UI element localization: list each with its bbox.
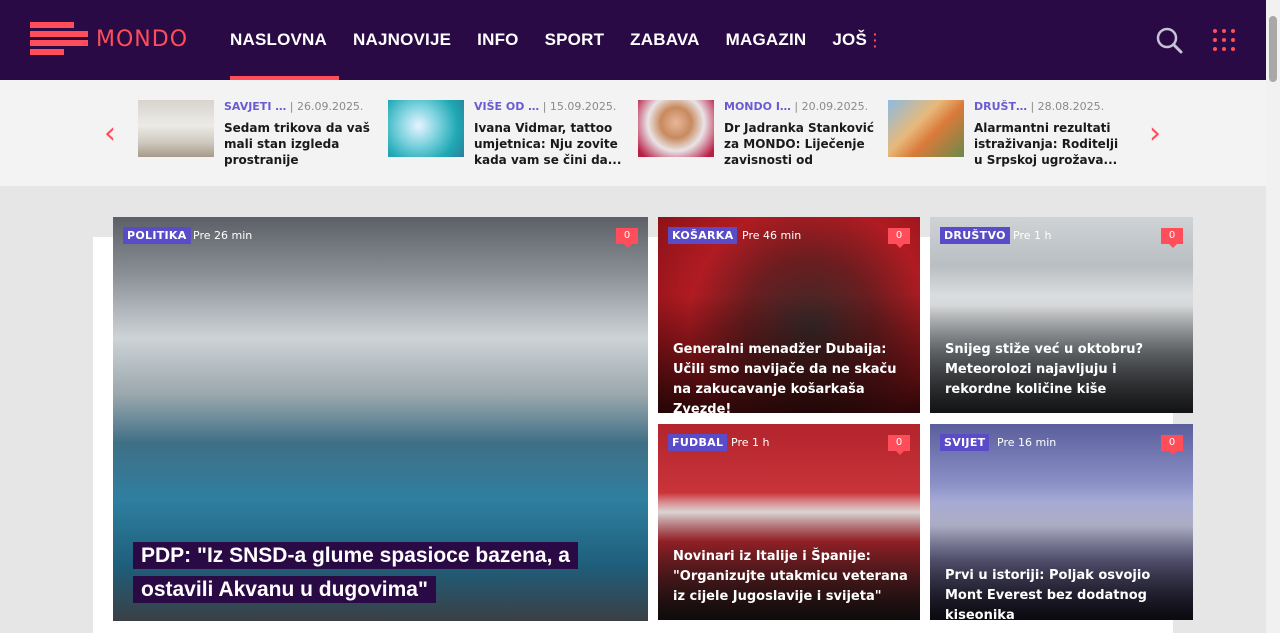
nav-label: NASLOVNA [230,30,327,49]
ticker-title[interactable]: Dr Jadranka Stanković za MONDO: Liječenj… [724,120,874,168]
page-scrollbar[interactable] [1266,0,1280,633]
article-time: Pre 1 h [1013,229,1052,242]
more-dots-icon: · · · [873,26,878,54]
ticker-item[interactable]: VIŠE OD … | 15.09.2025. Ivana Vidmar, ta… [388,100,628,170]
article-title[interactable]: Novinari iz Italije i Španije: "Organizu… [673,547,908,607]
category-badge[interactable]: KOŠARKA [668,227,738,244]
nav-item-najnovije[interactable]: NAJNOVIJE [341,0,463,80]
nav-item-magazin[interactable]: MAGAZIN [714,0,819,80]
article-time: Pre 16 min [997,436,1057,449]
nav-label: ZABAVA [630,30,700,49]
ticker-category[interactable]: VIŠE OD … [474,100,539,113]
ticker-next-button[interactable]: › [1145,119,1165,149]
ticker-date: | 28.08.2025. [1030,100,1105,113]
logo-mark-icon [30,22,88,56]
category-badge[interactable]: SVIJET [940,434,990,451]
ticker-meta: VIŠE OD … | 15.09.2025. [474,100,630,114]
ticker-category[interactable]: SAVJETI … [224,100,286,113]
ticker-item[interactable]: DRUŠT… | 28.08.2025. Alarmantni rezultat… [888,100,1128,170]
article-card[interactable]: SVIJET Pre 16 min 0 Prvi u istoriji: Pol… [930,424,1193,620]
nav-label: JOŠ [832,30,868,49]
logo-text: MONDO [96,26,189,52]
article-card[interactable]: FUDBAL Pre 1 h 0 Novinari iz Italije i Š… [658,424,920,620]
ticker-thumbnail [388,100,464,157]
ticker-prev-button[interactable]: ‹ [100,119,120,149]
ticker-category[interactable]: DRUŠT… [974,100,1027,113]
nav-label: NAJNOVIJE [353,30,452,49]
nav-item-naslovna[interactable]: NASLOVNA [218,0,339,80]
ticker-date: | 20.09.2025. [794,100,869,113]
category-badge[interactable]: POLITIKA [123,227,191,244]
article-title[interactable]: Prvi u istoriji: Poljak osvojio Mont Eve… [945,566,1181,620]
nav-label: SPORT [544,30,605,49]
ticker-item[interactable]: MONDO I… | 20.09.2025. Dr Jadranka Stank… [638,100,878,170]
article-time: Pre 1 h [731,436,770,449]
ticker-meta: MONDO I… | 20.09.2025. [724,100,880,114]
category-badge[interactable]: FUDBAL [668,434,728,451]
ticker-meta: SAVJETI … | 26.09.2025. [224,100,380,114]
ticker-category[interactable]: MONDO I… [724,100,791,113]
scrollbar-thumb[interactable] [1269,16,1277,82]
mondo-logo[interactable]: MONDO [30,22,188,56]
featured-title-text: PDP: "Iz SNSD-a glume spasioce bazena, a… [133,542,578,603]
featured-article[interactable]: POLITIKA Pre 26 min 0 PDP: "Iz SNSD-a gl… [113,217,648,621]
comment-count-badge[interactable]: 0 [888,435,910,455]
ticker-thumbnail [888,100,964,157]
nav-label: INFO [477,30,519,49]
nav-item-sport[interactable]: SPORT [533,0,617,80]
ticker-date: | 15.09.2025. [542,100,617,113]
main-nav: NASLOVNA NAJNOVIJE INFO SPORT ZABAVA MAG… [218,0,892,80]
comment-count-badge[interactable]: 0 [616,228,638,248]
ticker-date: | 26.09.2025. [289,100,364,113]
category-badge[interactable]: DRUŠTVO [940,227,1010,244]
nav-item-zabava[interactable]: ZABAVA [618,0,712,80]
featured-title[interactable]: PDP: "Iz SNSD-a glume spasioce bazena, a… [133,539,593,607]
article-title[interactable]: Snijeg stiže već u oktobru? Meteorolozi … [945,340,1181,400]
site-header: MONDO NASLOVNA NAJNOVIJE INFO SPORT ZABA… [0,0,1266,80]
apps-grid-icon[interactable] [1212,28,1236,52]
ticker-title[interactable]: Alarmantni rezultati istraživanja: Rodit… [974,120,1124,168]
search-icon[interactable] [1155,26,1183,54]
article-card[interactable]: KOŠARKA Pre 46 min 0 Generalni menadžer … [658,217,920,413]
ticker-thumbnail [638,100,714,157]
comment-count-badge[interactable]: 0 [888,228,910,248]
ticker-thumbnail [138,100,214,157]
news-ticker: ‹ SAVJETI … | 26.09.2025. Sedam trikova … [0,80,1266,186]
ticker-item[interactable]: SAVJETI … | 26.09.2025. Sedam trikova da… [138,100,378,170]
ticker-title[interactable]: Ivana Vidmar, tattoo umjetnica: Nju zovi… [474,120,624,168]
article-title[interactable]: Generalni menadžer Dubaija: Učili smo na… [673,340,908,413]
article-time: Pre 26 min [193,229,253,242]
nav-item-jos[interactable]: JOŠ · · · [820,0,890,80]
nav-item-info[interactable]: INFO [465,0,530,80]
article-card[interactable]: DRUŠTVO Pre 1 h 0 Snijeg stiže već u okt… [930,217,1193,413]
nav-label: MAGAZIN [725,30,807,49]
article-time: Pre 46 min [742,229,802,242]
ticker-title[interactable]: Sedam trikova da vaš mali stan izgleda p… [224,120,374,168]
comment-count-badge[interactable]: 0 [1161,228,1183,248]
ticker-meta: DRUŠT… | 28.08.2025. [974,100,1130,114]
comment-count-badge[interactable]: 0 [1161,435,1183,455]
